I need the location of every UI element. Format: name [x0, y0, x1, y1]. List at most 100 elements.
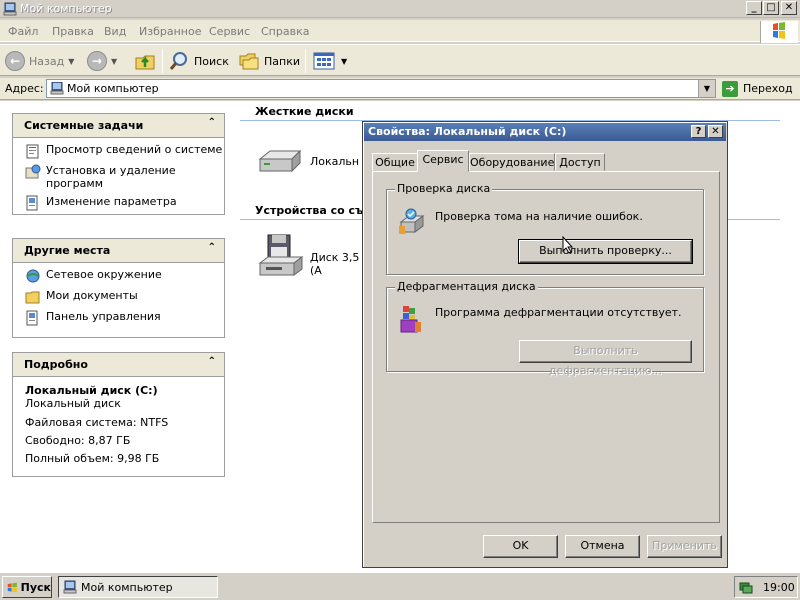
go-button[interactable]: ➔ Переход — [722, 79, 793, 98]
folders-button[interactable]: Папки — [238, 49, 300, 73]
check-disk-legend: Проверка диска — [395, 182, 493, 195]
tab-general[interactable]: Общие — [372, 153, 418, 171]
task-label: Просмотр сведений о системе — [46, 143, 223, 156]
details-name: Локальный диск (C:) — [25, 384, 158, 397]
search-icon — [169, 52, 187, 70]
back-arrow-icon: ← — [5, 51, 25, 71]
details-free: Свободно: 8,87 ГБ — [25, 434, 131, 447]
add-remove-icon — [25, 164, 41, 179]
menu-bar: Файл Правка Вид Избранное Сервис Справка — [0, 20, 800, 43]
properties-dialog: Свойства: Локальный диск (C:) ? ✕ Общие … — [362, 121, 728, 568]
check-disk-icon — [399, 208, 425, 234]
search-label: Поиск — [194, 54, 229, 68]
dialog-title-bar: Свойства: Локальный диск (C:) ? ✕ — [364, 123, 726, 141]
folder-icon — [25, 291, 40, 304]
task-label: Изменение параметра — [46, 195, 177, 208]
defrag-legend: Дефрагментация диска — [395, 280, 538, 293]
collapse-icon[interactable]: ⌃ — [208, 356, 216, 367]
address-input[interactable]: Мой компьютер ▼ — [46, 79, 716, 98]
tab-sharing[interactable]: Доступ — [555, 153, 605, 171]
toolbar-separator — [162, 49, 163, 73]
folders-label: Папки — [264, 54, 300, 68]
up-button[interactable] — [134, 49, 156, 73]
menu-view[interactable]: Вид — [104, 25, 126, 38]
defrag-group: Дефрагментация диска Программа дефрагмен… — [386, 280, 704, 377]
forward-button[interactable]: → ▼ — [87, 49, 117, 73]
chevron-down-icon: ▼ — [341, 56, 348, 66]
search-button[interactable]: Поиск — [168, 49, 229, 73]
ok-button[interactable]: OK — [483, 535, 558, 558]
details-header[interactable]: Подробно ⌃ — [13, 353, 224, 377]
menu-file[interactable]: Файл — [8, 25, 38, 38]
title-bar: Мой компьютер _ □ ✕ — [0, 0, 800, 18]
clock: 19:00 — [763, 580, 795, 594]
minimize-button[interactable]: _ — [746, 1, 762, 15]
task-system-info[interactable]: Просмотр сведений о системе — [25, 143, 224, 159]
place-control-panel[interactable]: Панель управления — [25, 310, 224, 326]
task-add-remove[interactable]: Установка и удаление программ — [25, 164, 224, 190]
go-arrow-icon: ➔ — [722, 80, 738, 97]
system-tasks-panel: Системные задачи ⌃ Просмотр сведений о с… — [12, 113, 225, 215]
maximize-button[interactable]: □ — [763, 1, 779, 15]
other-places-header[interactable]: Другие места ⌃ — [13, 239, 224, 263]
tab-tools[interactable]: Сервис — [417, 150, 469, 172]
menu-favorites[interactable]: Избранное — [139, 25, 201, 38]
close-button[interactable]: ✕ — [781, 1, 797, 15]
task-label: Установка и удаление программ — [46, 164, 176, 190]
address-label: Адрес: — [5, 82, 44, 95]
menu-edit[interactable]: Правка — [52, 25, 94, 38]
windows-flag-icon — [773, 22, 785, 39]
start-label: Пуск — [20, 580, 51, 594]
run-defrag-button[interactable]: Выполнить дефрагментацию... — [519, 340, 692, 377]
floppy-label: Диск 3,5 (А — [310, 251, 360, 277]
panel-title: Системные задачи — [24, 119, 144, 132]
tab-hardware[interactable]: Оборудование — [469, 153, 555, 171]
help-button[interactable]: ? — [691, 125, 706, 138]
details-fs: Файловая система: NTFS — [25, 416, 169, 429]
task-change-setting[interactable]: Изменение параметра — [25, 195, 224, 211]
menu-help[interactable]: Справка — [261, 25, 309, 38]
menu-tools[interactable]: Сервис — [209, 25, 250, 38]
back-label: Назад — [29, 54, 65, 68]
system-tray: 19:00 — [734, 576, 798, 598]
hard-disk-icon — [258, 149, 302, 173]
cancel-button[interactable]: Отмена — [565, 535, 640, 558]
address-dropdown-button[interactable]: ▼ — [698, 80, 715, 97]
folder-up-icon — [135, 55, 155, 70]
go-label: Переход — [743, 82, 793, 95]
system-tasks-header[interactable]: Системные задачи ⌃ — [13, 114, 224, 138]
address-bar: Адрес: Мой компьютер ▼ ➔ Переход — [0, 78, 800, 100]
details-total: Полный объем: 9,98 ГБ — [25, 452, 160, 465]
floppy-item[interactable]: Диск 3,5 (А — [258, 233, 368, 281]
panel-title: Подробно — [24, 358, 88, 371]
local-disk-item[interactable]: Локальн — [256, 145, 366, 179]
toolbar: ← Назад ▼ → ▼ Поиск Папки ▼ — [0, 44, 800, 76]
start-button[interactable]: Пуск — [2, 576, 52, 598]
place-my-documents[interactable]: Мои документы — [25, 289, 224, 305]
collapse-icon[interactable]: ⌃ — [208, 117, 216, 128]
computer-icon — [50, 82, 64, 95]
chevron-down-icon: ▼ — [111, 56, 118, 66]
details-type: Локальный диск — [25, 397, 121, 410]
forward-arrow-icon: → — [87, 51, 107, 71]
taskbar: Пуск Мой компьютер 19:00 — [0, 572, 800, 600]
network-tray-icon[interactable] — [739, 580, 753, 594]
mouse-cursor-icon — [562, 236, 574, 254]
run-check-button[interactable]: Выполнить проверку... — [518, 239, 693, 264]
dialog-close-button[interactable]: ✕ — [708, 125, 723, 138]
taskbar-window-button[interactable]: Мой компьютер — [58, 576, 218, 598]
network-icon — [26, 269, 40, 283]
collapse-icon[interactable]: ⌃ — [208, 242, 216, 253]
window-title: Мой компьютер — [20, 2, 112, 15]
task-pane: Системные задачи ⌃ Просмотр сведений о с… — [0, 101, 238, 572]
computer-icon — [3, 2, 17, 16]
address-value: Мой компьютер — [67, 82, 159, 95]
details-panel: Подробно ⌃ Локальный диск (C:) Локальный… — [12, 352, 225, 477]
place-label: Мои документы — [46, 289, 138, 302]
control-panel-icon — [26, 310, 38, 326]
place-network[interactable]: Сетевое окружение — [25, 268, 224, 284]
system-info-icon — [26, 144, 39, 159]
apply-button[interactable]: Применить — [647, 535, 722, 558]
back-button[interactable]: ← Назад ▼ — [5, 49, 74, 73]
views-button[interactable]: ▼ — [313, 49, 347, 73]
